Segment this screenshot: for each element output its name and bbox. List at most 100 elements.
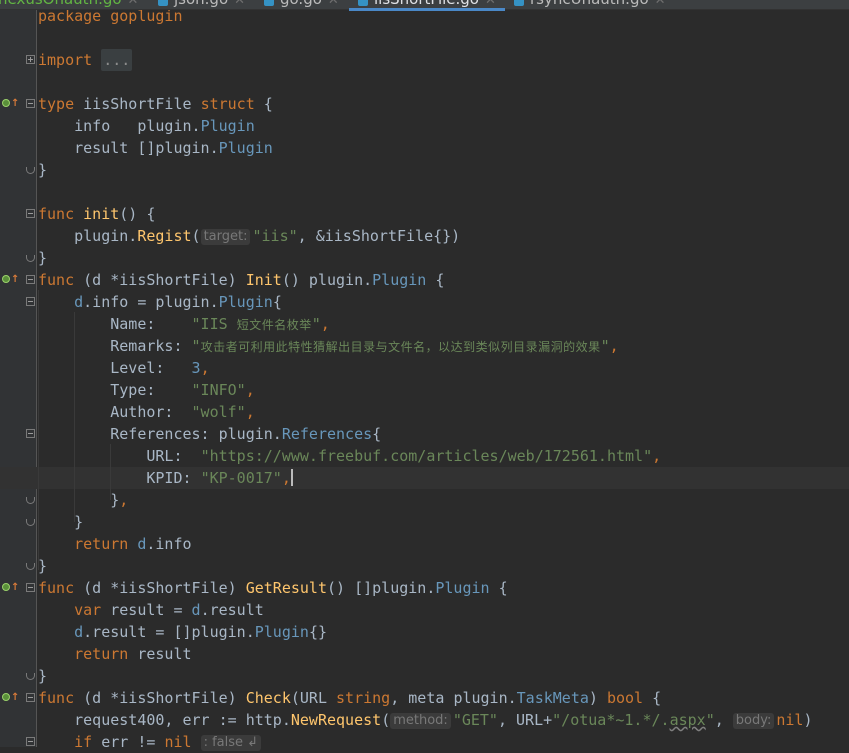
code-token: d	[128, 535, 147, 553]
code-line-26: }	[0, 555, 849, 577]
fold-collapse-icon[interactable]	[26, 737, 35, 746]
code-token: nil	[164, 733, 192, 751]
implements-gutter-icon[interactable]: ↑	[2, 582, 19, 594]
code-token: (URL	[290, 689, 337, 707]
implements-gutter-icon[interactable]: ↑	[2, 692, 19, 704]
code-token: }	[74, 513, 84, 531]
code-token: , &iisShortFile{})	[297, 227, 461, 245]
code-line-19: Author: "wolf",	[0, 401, 849, 423]
code-token: "INFO"	[191, 381, 246, 399]
code-token: "GET"	[452, 711, 498, 729]
go-file-icon	[158, 0, 168, 6]
tab-go[interactable]: go.go ✕	[264, 0, 339, 9]
code-token: result	[128, 645, 192, 663]
fold-end-marker[interactable]	[26, 167, 35, 174]
code-token: (d *iisShortFile)	[74, 689, 246, 707]
code-token: func	[38, 205, 75, 223]
code-token: d	[74, 293, 84, 311]
code-token: 攻击者可利用此特性猜解出目录与文件名，以达到类似列目录漏洞的效果	[200, 340, 601, 354]
fold-expand-icon[interactable]	[26, 55, 35, 64]
code-token: "	[705, 711, 715, 729]
code-token: Level:	[110, 359, 192, 377]
active-tab-indicator	[349, 8, 505, 11]
fold-end-marker[interactable]	[26, 497, 35, 504]
code-token: Plugin	[218, 293, 273, 311]
folded-region[interactable]: ...	[101, 49, 133, 71]
code-token: }	[38, 667, 48, 685]
close-icon[interactable]: ✕	[128, 0, 139, 8]
code-line-11: plugin.Regist(target: "iis", &iisShortFil…	[0, 225, 849, 247]
code-token: {}	[308, 623, 327, 641]
fold-collapse-icon[interactable]	[26, 275, 35, 284]
code-token: nil	[776, 711, 804, 729]
code-token: var	[74, 601, 102, 619]
implements-gutter-icon[interactable]: ↑	[2, 274, 19, 286]
tab-rsyncUnauth[interactable]: rsyncUnauth.go ✕	[514, 0, 666, 9]
code-line-21: URL: "https://www.freebuf.com/articles/w…	[0, 445, 849, 467]
inlay-hint: : false ↲	[200, 735, 262, 751]
close-icon[interactable]: ✕	[328, 0, 339, 8]
code-line-5: ↑ type iisShortFile struct {	[0, 93, 849, 115]
code-line-23: },	[0, 489, 849, 511]
fold-collapse-icon[interactable]	[26, 297, 35, 306]
code-token: "KP-0017"	[200, 469, 282, 487]
code-line-31: }	[0, 665, 849, 687]
code-token: type	[38, 95, 75, 113]
code-token: {	[372, 425, 382, 443]
tab-label: rsyncUnauth.go	[530, 0, 649, 8]
code-token: return	[74, 645, 129, 663]
go-file-icon	[358, 0, 368, 6]
implements-gutter-icon[interactable]: ↑	[2, 98, 19, 110]
code-token: Check	[245, 689, 291, 707]
code-token: plugin.	[155, 139, 219, 157]
code-token: "wolf"	[191, 403, 246, 421]
tab-json[interactable]: json.go ✕	[158, 0, 245, 9]
code-token: "IIS	[191, 315, 237, 333]
code-token: 3	[191, 359, 201, 377]
code-token: struct	[200, 95, 255, 113]
fold-end-marker[interactable]	[26, 519, 35, 526]
code-token: () plugin.	[281, 271, 373, 289]
go-file-icon	[514, 0, 524, 6]
code-token: "/otua*~1.*/.	[552, 711, 670, 729]
close-icon[interactable]: ✕	[655, 0, 666, 8]
code-token: References:	[110, 425, 219, 443]
code-token: {	[272, 293, 282, 311]
fold-collapse-icon[interactable]	[26, 693, 35, 702]
code-token: Type:	[110, 381, 192, 399]
code-token: (	[381, 711, 391, 729]
code-line-18: Type: "INFO",	[0, 379, 849, 401]
close-icon[interactable]: ✕	[485, 0, 496, 8]
code-token: aspx	[669, 711, 706, 729]
code-token: "	[191, 337, 201, 355]
code-token: .info	[83, 293, 129, 311]
code-token: plugin.	[453, 689, 517, 707]
code-editor[interactable]: package goplugin import ... ↑ type iisSh…	[0, 0, 849, 751]
fold-end-marker[interactable]	[26, 563, 35, 570]
code-token: return	[74, 535, 129, 553]
close-icon[interactable]: ✕	[234, 0, 245, 8]
fold-end-marker[interactable]	[26, 255, 35, 262]
fold-collapse-icon[interactable]	[26, 583, 35, 592]
code-token: .info	[146, 535, 192, 553]
tab-label: json.go	[174, 0, 228, 8]
code-line-25: return d.info	[0, 533, 849, 555]
code-token: () {	[119, 205, 156, 223]
parameter-hint: method:	[390, 713, 451, 729]
code-token: () []plugin.	[327, 579, 436, 597]
code-token: NewRequest	[290, 711, 382, 729]
code-line-20: References: plugin.References{	[0, 423, 849, 445]
tab-nexusOnauth[interactable]: nexusOnauth.go ✕	[0, 0, 138, 9]
code-token: result	[74, 139, 129, 157]
code-token: request400, err :=	[74, 711, 246, 729]
code-line-13: ↑ func (d *iisShortFile) Init() plugin.P…	[0, 269, 849, 291]
code-token: = []plugin.	[146, 623, 255, 641]
fold-collapse-icon[interactable]	[26, 429, 35, 438]
fold-collapse-icon[interactable]	[26, 99, 35, 108]
code-line-29: d.result = []plugin.Plugin{}	[0, 621, 849, 643]
fold-end-marker[interactable]	[26, 673, 35, 680]
code-token: Init	[245, 271, 282, 289]
code-token: d	[191, 601, 201, 619]
code-token: func	[38, 579, 75, 597]
fold-collapse-icon[interactable]	[26, 209, 35, 218]
